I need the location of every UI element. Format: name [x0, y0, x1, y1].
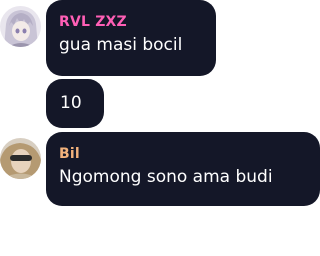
message-text: 10: [60, 93, 82, 113]
message-username[interactable]: RVL ZXZ: [59, 14, 216, 30]
chat-message: 10: [46, 79, 104, 128]
chat-log: RVL ZXZ gua masi bocil 10 Bil Ngomong so…: [0, 0, 320, 256]
anime-girl-avatar-icon: [0, 6, 41, 47]
message-username[interactable]: Bil: [59, 146, 320, 162]
message-text: Ngomong sono ama budi: [59, 167, 273, 187]
user-avatar[interactable]: [0, 6, 41, 47]
user-avatar[interactable]: [0, 138, 41, 179]
message-text: gua masi bocil: [59, 35, 183, 55]
chat-message: RVL ZXZ gua masi bocil: [46, 0, 216, 76]
chat-message: Bil Ngomong sono ama budi: [46, 132, 320, 206]
person-photo-avatar-icon: [0, 138, 41, 179]
